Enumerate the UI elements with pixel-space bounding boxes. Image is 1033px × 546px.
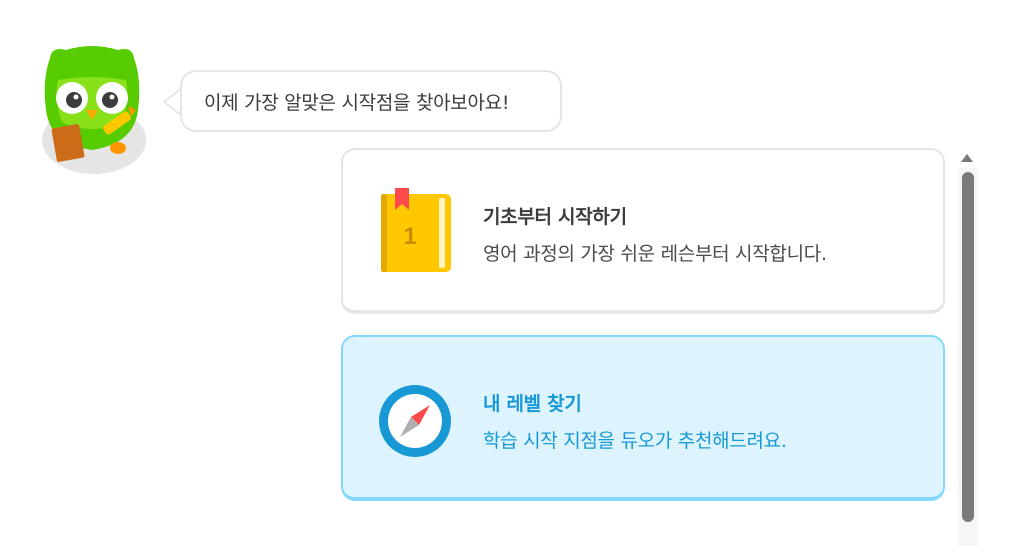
book-icon: 1 <box>381 188 451 272</box>
onboarding-page: 이제 가장 알맞은 시작점을 찾아보아요! 1 기초부터 시작하기 영어 과정의… <box>0 0 1033 546</box>
scroll-up-arrow-icon[interactable] <box>961 154 973 162</box>
option-title: 내 레벨 찾기 <box>483 393 582 415</box>
find-my-level-option[interactable]: 내 레벨 찾기 학습 시작 지점을 듀오가 추천해드려요. <box>341 335 945 501</box>
option-description: 학습 시작 지점을 듀오가 추천해드려요. <box>483 430 787 452</box>
duo-owl-icon <box>42 46 146 174</box>
speech-bubble: 이제 가장 알맞은 시작점을 찾아보아요! <box>180 70 562 132</box>
option-description: 영어 과정의 가장 쉬운 레슨부터 시작합니다. <box>483 243 827 265</box>
scrollbar-thumb[interactable] <box>962 172 974 522</box>
start-from-basics-option[interactable]: 1 기초부터 시작하기 영어 과정의 가장 쉬운 레슨부터 시작합니다. <box>341 148 945 314</box>
book-number: 1 <box>403 223 416 250</box>
compass-icon <box>379 385 451 457</box>
speech-bubble-text: 이제 가장 알맞은 시작점을 찾아보아요! <box>204 91 510 114</box>
option-title: 기초부터 시작하기 <box>483 206 627 228</box>
